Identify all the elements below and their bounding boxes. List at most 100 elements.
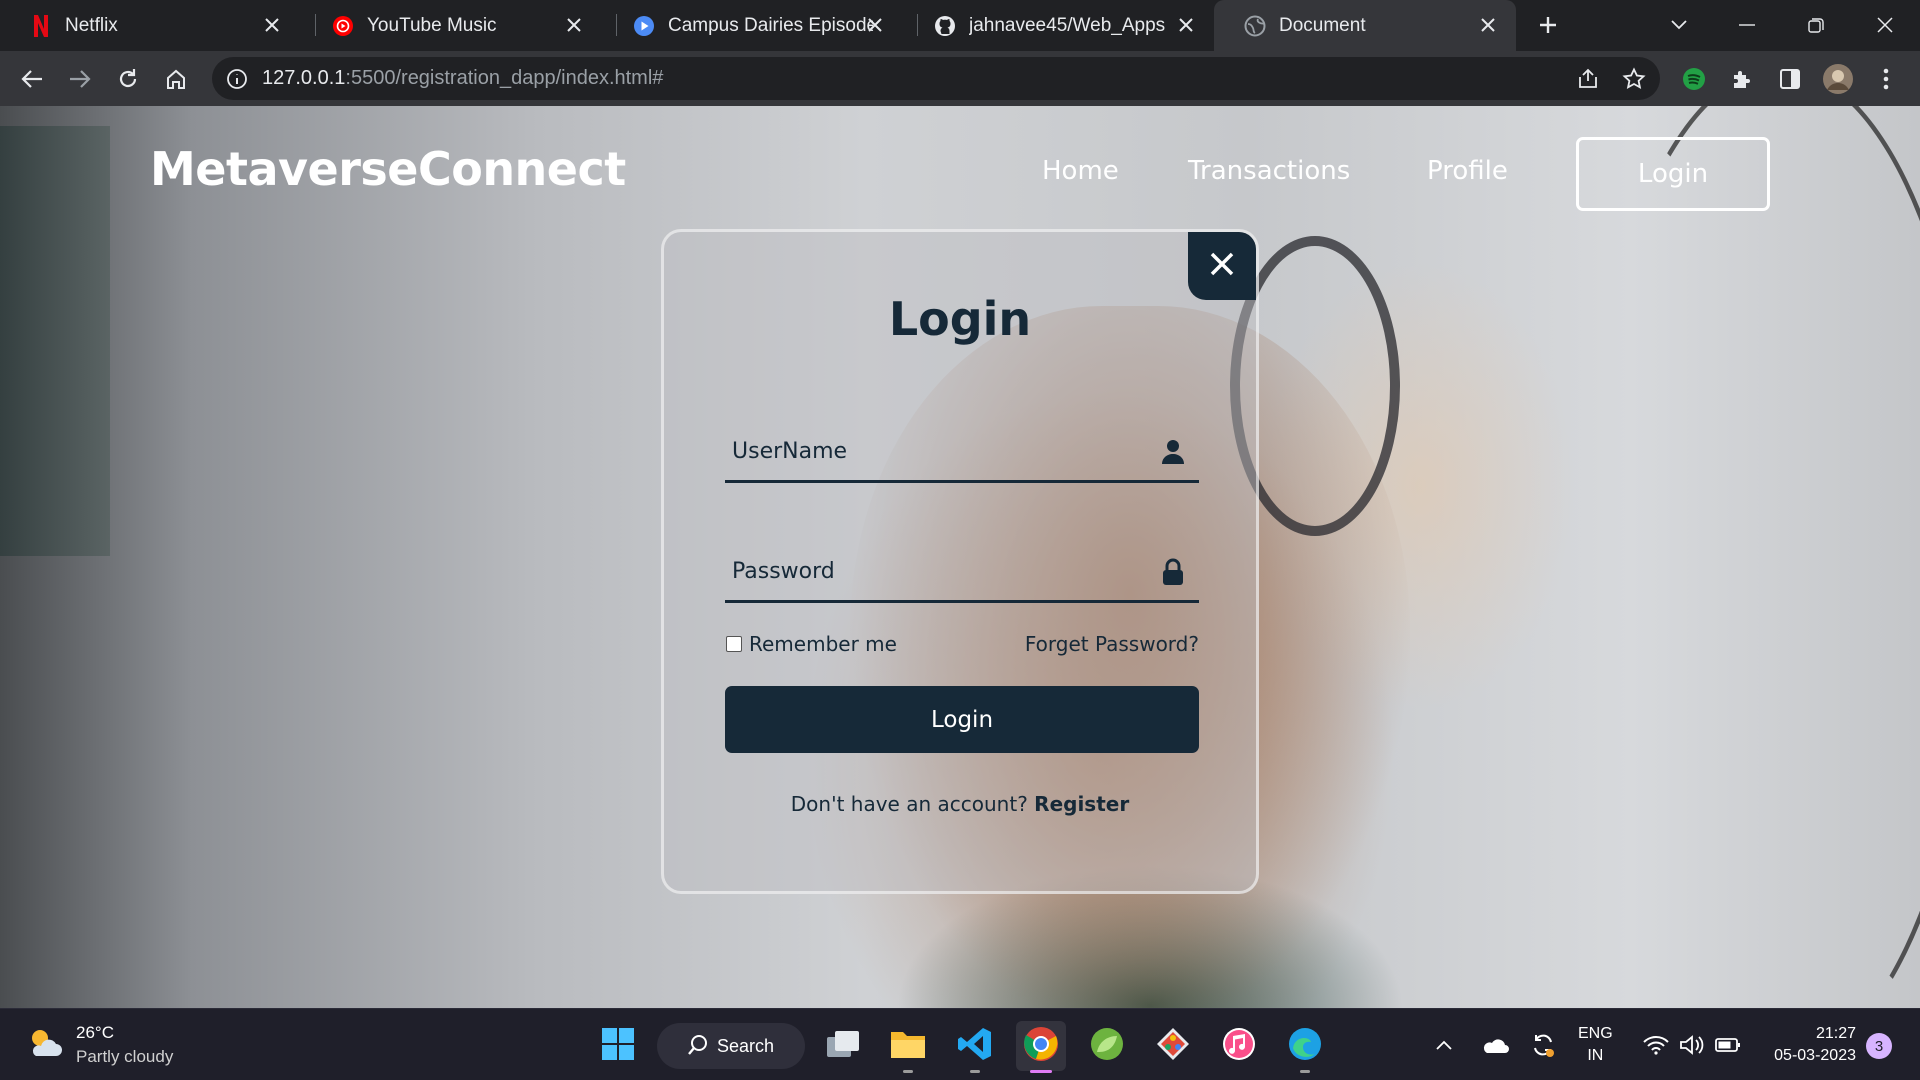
taskbar-itunes[interactable] (1214, 1021, 1264, 1071)
diamond-app-icon (1155, 1026, 1191, 1066)
register-prompt-text: Don't have an account? (790, 792, 1028, 816)
show-hidden-icons-chevron-icon[interactable] (1430, 1023, 1458, 1067)
task-view-button[interactable] (818, 1021, 868, 1071)
taskbar-file-explorer[interactable] (883, 1021, 933, 1073)
site-logo[interactable]: MetaverseConnect (150, 142, 626, 196)
extensions-puzzle-icon[interactable] (1724, 61, 1760, 97)
profile-avatar[interactable] (1820, 61, 1856, 97)
side-panel-icon[interactable] (1772, 61, 1808, 97)
nav-profile-link[interactable]: Profile (1427, 156, 1508, 186)
new-tab-button[interactable] (1531, 8, 1565, 42)
modal-close-button[interactable] (1188, 232, 1256, 300)
folder-icon (889, 1028, 927, 1064)
play-icon (633, 15, 655, 37)
back-arrow-icon[interactable] (14, 61, 50, 97)
reload-icon[interactable] (110, 61, 146, 97)
wifi-icon[interactable] (1640, 1023, 1672, 1067)
onedrive-cloud-icon[interactable] (1478, 1023, 1512, 1067)
taskbar-edge[interactable] (1280, 1021, 1330, 1073)
nav-transactions-link[interactable]: Transactions (1188, 156, 1350, 186)
menu-kebab-icon[interactable] (1868, 61, 1904, 97)
tab-netflix[interactable]: Netflix (0, 0, 300, 51)
url-path: :5500/registration_dapp/index.html# (345, 67, 664, 89)
music-note-icon (1221, 1026, 1257, 1066)
remember-me-label[interactable]: Remember me (749, 632, 897, 656)
edge-icon (1287, 1026, 1323, 1066)
minimize-window-icon[interactable] (1730, 8, 1764, 42)
tab-search-chevron-icon[interactable] (1662, 8, 1696, 42)
address-bar[interactable]: 127.0.0.1:5500/registration_dapp/index.h… (212, 57, 1660, 100)
github-icon (934, 15, 956, 37)
partly-cloudy-icon (26, 1026, 64, 1064)
running-indicator (903, 1070, 913, 1073)
password-placeholder: Password (732, 559, 835, 584)
close-icon[interactable] (562, 13, 586, 37)
url-host: 127.0.0.1 (262, 67, 346, 89)
region-code: IN (1587, 1047, 1604, 1064)
battery-icon[interactable] (1712, 1023, 1744, 1067)
tab-youtube-music[interactable]: YouTube Music (302, 0, 602, 51)
login-submit-button[interactable]: Login (725, 686, 1199, 753)
username-field[interactable]: UserName (725, 427, 1199, 483)
sync-update-icon[interactable] (1526, 1023, 1560, 1067)
browser-toolbar: 127.0.0.1:5500/registration_dapp/index.h… (0, 51, 1920, 106)
register-prompt: Don't have an account? Register (664, 792, 1256, 816)
weather-temperature: 26°C (76, 1023, 114, 1042)
tab-document[interactable]: Document (1214, 0, 1516, 51)
restore-window-icon[interactable] (1799, 8, 1833, 42)
home-icon[interactable] (158, 61, 194, 97)
login-modal: Login UserName Password Remember me Forg… (661, 229, 1259, 894)
modal-title: Login (888, 292, 1032, 346)
youtube-music-icon (332, 15, 354, 37)
forgot-password-link[interactable]: Forget Password? (1025, 632, 1199, 656)
taskbar-vscode[interactable] (950, 1021, 1000, 1073)
site-info-icon[interactable] (226, 68, 248, 94)
login-options-row: Remember me Forget Password? (725, 631, 1199, 661)
task-view-icon (825, 1029, 861, 1063)
forward-arrow-icon[interactable] (62, 61, 98, 97)
taskbar-spring-tool[interactable] (1082, 1021, 1132, 1071)
register-link[interactable]: Register (1034, 792, 1129, 816)
clock-time: 21:27 (1815, 1025, 1856, 1042)
close-icon[interactable] (863, 13, 887, 37)
running-indicator (1030, 1070, 1052, 1073)
globe-icon (1244, 15, 1266, 37)
nav-home-link[interactable]: Home (1042, 156, 1119, 186)
background-photo-cable (1580, 106, 1920, 1008)
background-photo-shelf (0, 126, 110, 556)
notification-badge[interactable]: 3 (1866, 1033, 1892, 1059)
weather-widget[interactable]: 26°C Partly cloudy (26, 1019, 173, 1071)
system-clock[interactable]: 21:27 05-03-2023 (1752, 1023, 1856, 1067)
windows-logo-icon (601, 1027, 635, 1065)
language-indicator[interactable]: ENG IN (1578, 1023, 1613, 1067)
running-indicator (1300, 1070, 1310, 1073)
taskbar-search[interactable]: Search (657, 1023, 805, 1069)
windows-taskbar: 26°C Partly cloudy Search ENG IN 21:27 0… (0, 1008, 1920, 1080)
taskbar-chrome[interactable] (1016, 1021, 1066, 1073)
browser-tab-strip: Netflix YouTube Music Campus Dairies Epi… (0, 0, 1920, 51)
extension-green-icon[interactable] (1676, 61, 1712, 97)
nav-login-button[interactable]: Login (1576, 137, 1770, 211)
bookmark-star-icon[interactable] (1622, 67, 1646, 95)
close-icon[interactable] (1476, 13, 1500, 37)
password-field[interactable]: Password (725, 547, 1199, 603)
close-icon[interactable] (260, 13, 284, 37)
close-window-icon[interactable] (1868, 8, 1902, 42)
url-text: 127.0.0.1:5500/registration_dapp/index.h… (262, 57, 663, 100)
close-icon[interactable] (1174, 13, 1198, 37)
volume-icon[interactable] (1676, 1023, 1708, 1067)
tab-github[interactable]: jahnavee45/Web_Apps (904, 0, 1214, 51)
start-button[interactable] (593, 1021, 643, 1071)
remember-me-checkbox[interactable] (726, 636, 742, 652)
lock-icon (1159, 557, 1187, 587)
page-viewport: MetaverseConnect Home Transactions Profi… (0, 106, 1920, 1008)
tab-campus-dairies[interactable]: Campus Dairies Episode 2 (603, 0, 903, 51)
chrome-icon (1022, 1025, 1060, 1067)
search-label: Search (717, 1035, 775, 1056)
tab-title: jahnavee45/Web_Apps (969, 14, 1166, 36)
share-icon[interactable] (1576, 67, 1600, 95)
leaf-icon (1089, 1026, 1125, 1066)
taskbar-git-app[interactable] (1148, 1021, 1198, 1071)
search-icon (687, 1034, 709, 1061)
close-icon (1209, 251, 1235, 281)
